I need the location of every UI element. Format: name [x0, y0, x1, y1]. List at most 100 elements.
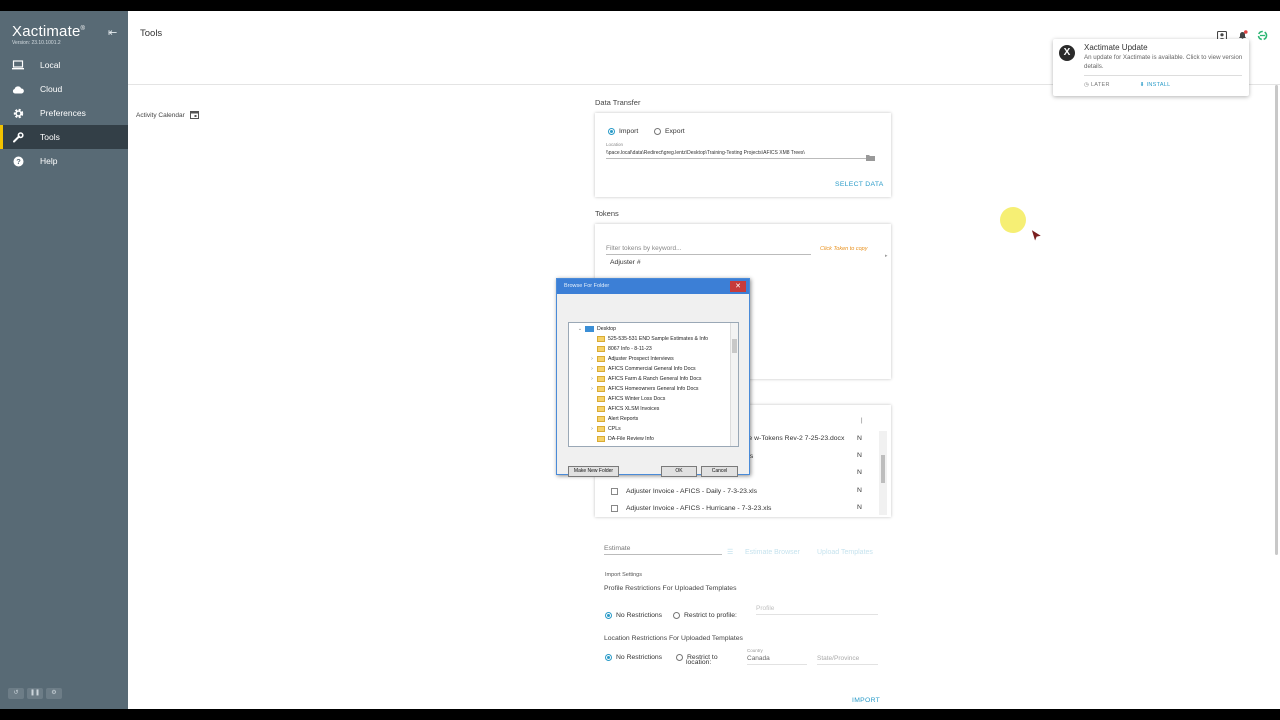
no-restrictions-profile-radio[interactable]: No Restrictions	[605, 607, 662, 625]
scrollbar-thumb[interactable]	[732, 339, 737, 353]
upload-templates-button[interactable]: Upload Templates	[817, 549, 873, 556]
tree-scrollbar[interactable]	[730, 323, 738, 446]
close-icon[interactable]: ✕	[730, 281, 746, 292]
sidebar-nav: Local Cloud Preferences Tools ? Help	[0, 53, 128, 173]
calendar-icon[interactable]	[189, 110, 199, 121]
state-select[interactable]: State/Province	[817, 655, 878, 665]
scroll-arrow-icon[interactable]: ▸	[885, 253, 888, 259]
token-copy-hint: Click Token to copy	[820, 246, 868, 252]
sidebar-item-label: Preferences	[40, 108, 86, 118]
sidebar-item-cloud[interactable]: Cloud	[0, 77, 128, 101]
laptop-icon	[12, 59, 24, 71]
clock-icon: ◷	[1084, 82, 1091, 88]
sidebar-item-tools[interactable]: Tools	[0, 125, 128, 149]
token-item[interactable]: Adjuster #	[610, 259, 641, 266]
refresh-icon[interactable]: ↺	[8, 688, 24, 699]
file-checkbox[interactable]	[611, 488, 618, 495]
tree-item[interactable]: Alert Reports	[587, 414, 638, 424]
file-flag: N	[857, 469, 862, 476]
estimate-input[interactable]: Estimate	[604, 545, 722, 555]
tree-item[interactable]: AFICS Winter Loss Docs	[587, 394, 665, 404]
make-new-folder-button[interactable]: Make New Folder	[568, 466, 619, 477]
expand-arrow-icon[interactable]: ›	[587, 356, 597, 362]
file-row[interactable]: ve w-Tokens Rev-2 7-25-23.docx	[745, 430, 844, 447]
header-icons	[1216, 28, 1268, 42]
folder-icon	[597, 336, 605, 342]
file-flag: N	[857, 452, 862, 459]
folder-icon	[597, 356, 605, 362]
ok-button[interactable]: OK	[661, 466, 697, 477]
tree-item[interactable]: 8067 Info - 8-11-23	[587, 344, 652, 354]
country-select[interactable]: Canada	[747, 655, 807, 665]
export-radio[interactable]: Export	[654, 123, 685, 141]
tree-item[interactable]: › AFICS Commercial General Info Docs	[587, 364, 696, 374]
tree-item[interactable]: › AFICS Farm & Ranch General Info Docs	[587, 374, 701, 384]
file-name: Adjuster Invoice - AFICS - Hurricane - 7…	[626, 505, 772, 512]
later-button[interactable]: ◷ LATER	[1084, 82, 1110, 88]
folder-tree[interactable]: ⌄ Desktop 525-535-531 END Sample Estimate…	[568, 322, 739, 447]
download-icon: ⬇	[1139, 82, 1147, 88]
expand-arrow-icon[interactable]: ›	[587, 386, 597, 392]
location-field[interactable]: \\pace.local\data\Redirect\greg.lentz\De…	[606, 150, 868, 159]
scrollbar-thumb[interactable]	[881, 455, 885, 483]
activity-calendar-label: Activity Calendar	[136, 112, 185, 119]
bell-icon[interactable]	[1237, 28, 1248, 41]
update-notification[interactable]: X Xactimate Update An update for Xactima…	[1053, 39, 1249, 96]
expand-arrow-icon[interactable]: ›	[587, 376, 597, 382]
tree-item[interactable]: › AFICS Homeowners General Info Docs	[587, 384, 699, 394]
file-checkbox[interactable]	[611, 505, 618, 512]
cursor-highlight	[1000, 207, 1026, 233]
import-radio[interactable]: Import	[608, 123, 638, 141]
sidebar-item-help[interactable]: ? Help	[0, 149, 128, 173]
file-row[interactable]: Adjuster Invoice - AFICS - Hurricane - 7…	[611, 500, 771, 517]
help-icon: ?	[12, 155, 24, 167]
select-data-button[interactable]: SELECT DATA	[835, 181, 884, 188]
install-button[interactable]: ⬇ INSTALL	[1140, 82, 1171, 88]
tree-item[interactable]: 525-535-531 END Sample Estimates & Info	[587, 334, 708, 344]
country-label: Country	[747, 648, 763, 653]
token-filter-input[interactable]: Filter tokens by keyword...	[606, 245, 811, 255]
svg-text:?: ?	[16, 157, 21, 166]
tree-item[interactable]: DA-File Review Info	[587, 434, 654, 444]
collapse-arrow-icon[interactable]: ⌄	[575, 326, 585, 332]
list-icon[interactable]: ☰	[727, 548, 733, 556]
app-logo: Xactimate®	[12, 23, 86, 40]
tree-item[interactable]: AFICS XLSM Invoices	[587, 404, 659, 414]
profile-select[interactable]: Profile	[756, 605, 878, 615]
folder-icon	[597, 386, 605, 392]
notification-actions: ◷ LATER ⬇ INSTALL	[1084, 82, 1171, 88]
import-button[interactable]: IMPORT	[852, 697, 880, 704]
location-restrictions-title: Location Restrictions For Uploaded Templ…	[604, 635, 743, 642]
folder-icon[interactable]	[866, 148, 875, 166]
file-name: ve w-Tokens Rev-2 7-25-23.docx	[745, 435, 845, 442]
tree-item[interactable]: › CPLs	[587, 424, 621, 434]
file-row[interactable]: Adjuster Invoice - AFICS - Daily - 7-3-2…	[611, 483, 757, 500]
file-list-scrollbar[interactable]	[879, 431, 887, 515]
expand-arrow-icon[interactable]: ›	[587, 426, 597, 432]
import-settings-label: Import Settings	[605, 572, 642, 578]
folder-icon	[597, 436, 605, 442]
page-scrollbar[interactable]	[1275, 85, 1278, 555]
settings-icon[interactable]: ⚙	[46, 688, 62, 699]
dialog-title: Browse For Folder	[557, 279, 749, 294]
data-transfer-label: Data Transfer	[595, 98, 641, 107]
folder-icon	[597, 376, 605, 382]
pause-icon[interactable]: ❚❚	[27, 688, 43, 699]
column-handle: |	[861, 418, 863, 424]
tree-item-desktop[interactable]: ⌄ Desktop	[575, 324, 616, 334]
activity-calendar[interactable]: Activity Calendar	[136, 110, 199, 121]
tree-item[interactable]: › Adjuster Prospect Interviews	[587, 354, 674, 364]
sidebar-item-preferences[interactable]: Preferences	[0, 101, 128, 125]
sidebar-item-local[interactable]: Local	[0, 53, 128, 77]
no-restrictions-location-radio[interactable]: No Restrictions	[605, 649, 662, 667]
account-icon[interactable]	[1216, 28, 1228, 42]
sync-icon[interactable]	[1257, 28, 1268, 41]
cancel-button[interactable]: Cancel	[701, 466, 738, 477]
estimate-browser-button[interactable]: Estimate Browser	[745, 549, 800, 556]
collapse-sidebar-icon[interactable]: ⇤	[108, 26, 117, 39]
cursor-icon	[1030, 227, 1044, 248]
expand-arrow-icon[interactable]: ›	[587, 366, 597, 372]
folder-icon	[597, 406, 605, 412]
gear-icon	[12, 107, 24, 119]
restrict-profile-radio[interactable]: Restrict to profile:	[673, 607, 737, 625]
